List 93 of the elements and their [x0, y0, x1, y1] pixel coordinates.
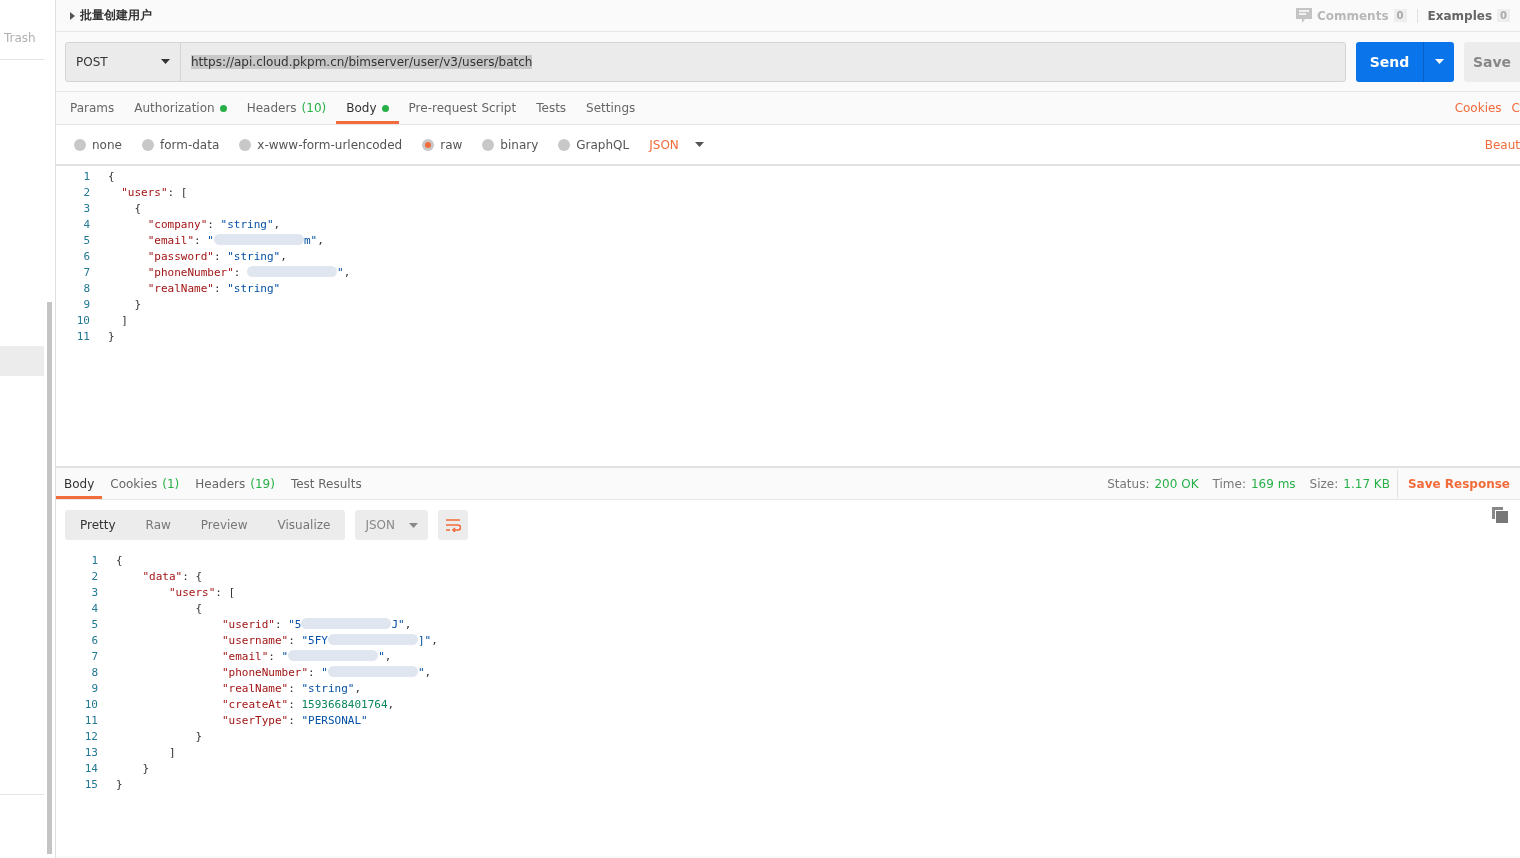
line-number: 7: [90, 649, 99, 663]
format-dropdown[interactable]: JSON: [649, 137, 704, 152]
request-tab[interactable]: Settings: [576, 92, 646, 124]
save-button[interactable]: Save: [1464, 41, 1520, 82]
response-tab[interactable]: Cookies (1): [102, 468, 188, 499]
code-line: "username": "5FY ]",: [220, 633, 438, 647]
code-line: "email": " m",: [146, 233, 324, 247]
response-stat: Time: 169 ms: [1211, 476, 1297, 491]
line-number: 10: [83, 697, 99, 711]
line-number: 2: [90, 569, 99, 583]
code-line: "company": "string",: [146, 217, 281, 231]
view-tab[interactable]: Preview: [185, 510, 263, 540]
line-number: 9: [82, 297, 91, 311]
code-line: }: [133, 297, 142, 311]
response-stat: Status: 200 OK: [1106, 476, 1200, 491]
line-number: 1: [90, 553, 99, 567]
code-line: "createAt": 1593668401764,: [220, 697, 395, 711]
line-number: 5: [90, 617, 99, 631]
cookies-link[interactable]: Cookies: [1444, 92, 1512, 124]
body-type-radio[interactable]: binary: [482, 137, 539, 152]
body-type-radio[interactable]: GraphQL: [558, 137, 630, 152]
line-number: 9: [90, 681, 99, 695]
code-line: {: [194, 601, 203, 615]
line-number: 7: [82, 265, 91, 279]
response-tab[interactable]: Headers (19): [187, 468, 283, 499]
caret-icon: [694, 142, 704, 147]
code-line: "userType": "PERSONAL": [220, 713, 368, 727]
request-tab[interactable]: Authorization: [124, 92, 237, 124]
code-link[interactable]: C: [1511, 92, 1520, 124]
code-line: "data": {: [141, 569, 203, 583]
code-line: "email": " ",: [220, 649, 392, 663]
body-type-radio[interactable]: x-www-form-urlencoded: [239, 137, 403, 152]
line-number: 3: [90, 585, 99, 599]
line-number: 8: [82, 281, 91, 295]
line-number: 6: [90, 633, 99, 647]
view-tab[interactable]: Visualize: [262, 510, 346, 540]
save-response-button[interactable]: Save Response: [1396, 468, 1520, 499]
code-line: "realName": "string",: [220, 681, 362, 695]
code-line: "userid": "5 J",: [220, 617, 412, 631]
code-line: ]: [120, 313, 128, 327]
copy-icon[interactable]: [1492, 507, 1508, 523]
line-number: 15: [83, 777, 99, 791]
code-line: }: [194, 729, 203, 743]
response-stat: Size: 1.17 KB: [1308, 476, 1391, 491]
body-type-radio[interactable]: raw: [422, 137, 463, 152]
code-line: ]: [167, 745, 176, 759]
line-number: 2: [82, 185, 91, 199]
code-line: "phoneNumber": " ",: [220, 665, 432, 679]
scrollbar[interactable]: [47, 302, 52, 854]
caret-icon: [409, 522, 418, 528]
code-line: {: [116, 553, 123, 567]
caret-icon: [1434, 59, 1444, 64]
comment-icon: [1295, 8, 1312, 23]
line-number: 11: [75, 329, 91, 343]
body-type-radio[interactable]: none: [74, 137, 122, 152]
beautify-link[interactable]: Beaut: [1484, 137, 1520, 152]
response-tab[interactable]: Test Results: [282, 468, 370, 499]
wrap-icon: [445, 518, 461, 532]
format-dropdown[interactable]: JSON: [355, 510, 428, 540]
code-line: {: [133, 201, 142, 215]
code-line: "phoneNumber": ",: [146, 265, 351, 279]
line-number: 3: [82, 201, 91, 215]
expand-icon[interactable]: [70, 11, 75, 20]
request-tab[interactable]: Headers (10): [236, 92, 337, 124]
line-number: 4: [82, 217, 91, 231]
line-number: 11: [83, 713, 99, 727]
examples-button[interactable]: Examples 0: [1416, 8, 1520, 23]
code-line: }: [108, 329, 115, 343]
line-number: 6: [82, 249, 91, 263]
line-number: 5: [82, 233, 91, 247]
request-tab[interactable]: Tests: [526, 92, 577, 124]
code-line: {: [108, 169, 115, 183]
line-number: 8: [90, 665, 99, 679]
code-line: }: [141, 761, 150, 775]
line-number: 10: [75, 313, 91, 327]
code-line: "users": [: [120, 185, 188, 199]
code-line: "password": "string",: [146, 249, 287, 263]
code-line: "users": [: [167, 585, 236, 599]
request-tab[interactable]: Params: [60, 92, 125, 124]
line-number: 4: [90, 601, 99, 615]
body-type-radio[interactable]: form-data: [141, 137, 220, 152]
view-tab[interactable]: Pretty: [65, 510, 131, 540]
line-number: 12: [83, 729, 99, 743]
request-title: 批量创建用户: [80, 7, 153, 24]
request-tab[interactable]: Pre-request Script: [398, 92, 527, 124]
line-number: 13: [83, 745, 99, 759]
view-tab[interactable]: Raw: [130, 510, 186, 540]
code-editor[interactable]: 1 { 2 "users": [ 3 { 4 "company": "string", 5 "email": " m", 6 "password": "string", 7 "phoneNumber": ", 8 "realName": "string" 9 } 10 ] 11 }: [56, 166, 1520, 466]
wrap-button[interactable]: [438, 510, 468, 540]
line-number: 1: [82, 169, 91, 183]
code-line: }: [116, 777, 123, 791]
code-line: "realName": "string": [146, 281, 281, 295]
line-number: 14: [83, 761, 99, 775]
